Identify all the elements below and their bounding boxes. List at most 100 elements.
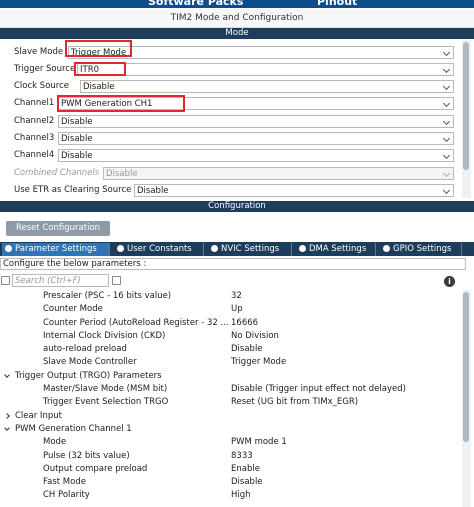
chevron-down-icon <box>442 48 451 57</box>
mode-row-channel2: Channel2 Disable <box>14 114 454 129</box>
param-value[interactable]: Up <box>231 304 243 314</box>
channel2-select[interactable]: Disable <box>58 115 454 128</box>
chevron-down-icon <box>442 169 451 178</box>
channel3-value: Disable <box>61 134 93 144</box>
param-row[interactable]: Internal Clock Division (CKD) No Division <box>0 330 460 343</box>
param-row[interactable]: Counter Mode Up <box>0 303 460 316</box>
param-value[interactable]: Enable <box>231 464 260 474</box>
slave-mode-label: Slave Mode <box>14 47 64 57</box>
highlight-box-slave-mode <box>65 40 132 57</box>
config-tab-bar: Parameter Settings User Constants NVIC S… <box>0 242 474 256</box>
param-row[interactable]: auto-reload preload Disable <box>0 343 460 356</box>
param-value[interactable]: Disable <box>231 477 263 487</box>
mode-row-channel3: Channel3 Disable <box>14 131 454 146</box>
trigger-source-select[interactable]: ITR0 <box>77 63 454 76</box>
channel2-value: Disable <box>61 117 93 127</box>
param-name: Prescaler (PSC - 16 bits value) <box>43 291 172 301</box>
param-value[interactable]: Reset (UG bit from TIMx_EGR) <box>231 397 358 407</box>
param-row[interactable]: Output compare preload Enable <box>0 463 460 476</box>
param-name: CH Polarity <box>43 490 90 501</box>
param-row[interactable]: Counter Period (AutoReload Register - 32… <box>0 317 460 330</box>
chevron-down-icon <box>442 117 451 126</box>
check-circle-icon <box>5 245 12 252</box>
search-input[interactable]: Search (Ctrl+F) <box>12 274 109 287</box>
filter-icon[interactable] <box>112 276 121 285</box>
param-group-row[interactable]: Clear Input <box>0 410 460 423</box>
combined-channels-label: Combined Channels <box>14 168 100 178</box>
param-value[interactable]: Trigger Mode <box>231 357 286 367</box>
info-icon[interactable]: i <box>444 276 455 287</box>
tab-user-constants[interactable]: User Constants <box>114 243 204 256</box>
use-etr-label: Use ETR as Clearing Source <box>14 185 132 195</box>
tab-label: NVIC Settings <box>221 244 280 254</box>
param-name: auto-reload preload <box>43 344 127 355</box>
pinout-tab[interactable]: Pinout <box>317 0 357 8</box>
mode-row-channel4: Channel4 Disable <box>14 148 454 163</box>
channel4-select[interactable]: Disable <box>58 149 454 162</box>
check-circle-icon <box>211 245 218 252</box>
channel3-label: Channel3 <box>14 133 55 143</box>
channel4-value: Disable <box>61 151 93 161</box>
tab-label: User Constants <box>127 244 192 254</box>
param-row[interactable]: Fast Mode Disable <box>0 476 460 489</box>
param-value[interactable]: Disable (Trigger input effect not delaye… <box>231 384 406 394</box>
params-scrollbar-thumb[interactable] <box>463 292 469 442</box>
param-value[interactable]: No Division <box>231 331 279 341</box>
param-name: Counter Period (AutoReload Register - 32… <box>43 317 229 328</box>
mode-row-clock-source: Clock Source Disable <box>14 79 454 94</box>
channel3-select[interactable]: Disable <box>58 132 454 145</box>
param-row[interactable]: Master/Slave Mode (MSM bit) Disable (Trig… <box>0 383 460 396</box>
param-group-row[interactable]: PWM Generation Channel 1 <box>0 423 460 436</box>
window-title: TIM2 Mode and Configuration <box>0 9 474 28</box>
mode-section-header: Mode <box>0 28 474 39</box>
param-name: Output compare preload <box>43 463 148 474</box>
param-name: Trigger Event Selection TRGO <box>43 397 169 408</box>
mode-row-combined-channels: Combined Channels Disable <box>14 166 454 181</box>
param-row[interactable]: Mode PWM mode 1 <box>0 436 460 449</box>
chevron-down-icon <box>442 82 451 91</box>
reset-configuration-button[interactable]: Reset Configuration <box>6 221 110 236</box>
param-group-row[interactable]: Trigger Output (TRGO) Parameters <box>0 370 460 383</box>
param-value[interactable]: 16666 <box>231 318 258 328</box>
param-row[interactable]: Pulse (32 bits value) 8333 <box>0 450 460 463</box>
chevron-down-icon[interactable] <box>4 425 10 431</box>
channel1-label: Channel1 <box>14 98 55 108</box>
use-etr-select[interactable]: Disable <box>134 184 454 197</box>
param-value[interactable]: 32 <box>231 291 242 301</box>
tab-label: DMA Settings <box>309 244 367 254</box>
param-value[interactable]: High <box>231 490 251 500</box>
tab-gpio-settings[interactable]: GPIO Settings <box>380 243 462 256</box>
param-value[interactable]: Disable <box>231 344 263 354</box>
check-circle-icon <box>383 245 390 252</box>
chevron-down-icon <box>442 186 451 195</box>
clock-source-value: Disable <box>83 82 115 92</box>
chevron-down-icon <box>442 65 451 74</box>
software-packs-tab[interactable]: Software Packs <box>148 0 243 8</box>
tab-label: Parameter Settings <box>15 244 97 254</box>
check-circle-icon <box>117 245 124 252</box>
tab-nvic-settings[interactable]: NVIC Settings <box>208 243 292 256</box>
param-name: Slave Mode Controller <box>43 357 137 368</box>
param-name: Counter Mode <box>43 304 103 315</box>
param-row[interactable]: Trigger Event Selection TRGO Reset (UG bi… <box>0 396 460 409</box>
check-circle-icon <box>299 245 306 252</box>
configure-hint-text: Configure the below parameters : <box>0 258 466 270</box>
param-row[interactable]: CH Polarity High <box>0 489 460 502</box>
param-name: Fast Mode <box>43 477 86 488</box>
param-name: Clear Input <box>15 410 62 421</box>
chevron-down-icon <box>442 99 451 108</box>
param-row[interactable]: Prescaler (PSC - 16 bits value) 32 <box>0 290 460 303</box>
chevron-down-icon <box>442 151 451 160</box>
trigger-source-label: Trigger Source <box>14 64 76 74</box>
tab-dma-settings[interactable]: DMA Settings <box>296 243 376 256</box>
tab-parameter-settings[interactable]: Parameter Settings <box>2 243 110 256</box>
expand-all-icon[interactable] <box>1 276 10 285</box>
param-row[interactable]: Slave Mode Controller Trigger Mode <box>0 356 460 369</box>
clock-source-select[interactable]: Disable <box>80 80 454 93</box>
chevron-down-icon[interactable] <box>4 371 10 378</box>
chevron-right-icon[interactable] <box>4 412 10 419</box>
param-value[interactable]: PWM mode 1 <box>231 437 287 447</box>
param-value[interactable]: 8333 <box>231 451 253 461</box>
mode-scrollbar-thumb[interactable] <box>463 42 469 170</box>
use-etr-value: Disable <box>137 186 169 196</box>
